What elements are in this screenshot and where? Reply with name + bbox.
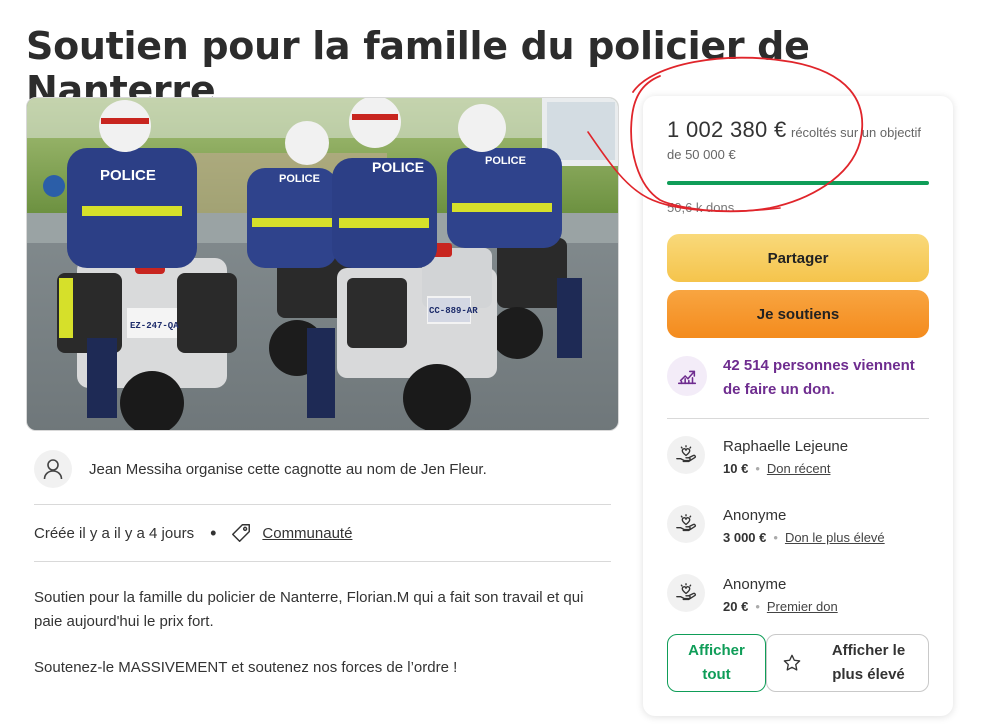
donor-name: Anonyme: [723, 576, 787, 593]
donor-name: Anonyme: [723, 507, 787, 524]
show-all-button[interactable]: Afficher tout: [667, 634, 766, 692]
donor-separator: •: [755, 461, 760, 476]
divider: [34, 561, 611, 562]
donor-item: Anonyme 20 € • Premier don: [667, 574, 929, 618]
trending-up-icon: [667, 356, 707, 396]
police-text: POLICE: [279, 173, 320, 185]
police-text: POLICE: [485, 155, 526, 167]
progress-fill: [667, 181, 929, 185]
donor-amount: 20 €: [723, 599, 749, 614]
donor-amount: 3 000 €: [723, 530, 767, 545]
meta-separator: •: [210, 522, 217, 543]
description-paragraph: Soutenez-le MASSIVEMENT et soutenez nos …: [34, 659, 458, 676]
donor-amount: 10 €: [723, 461, 749, 476]
share-button[interactable]: Partager: [667, 234, 929, 282]
trend-notice: 42 514 personnes viennent de faire un do…: [667, 354, 929, 402]
star-icon: [782, 653, 802, 673]
category-link[interactable]: Communauté: [262, 525, 352, 542]
donor-item: Anonyme 3 000 € • Don le plus élevé: [667, 505, 929, 549]
heart-hand-icon: [667, 505, 705, 543]
heart-hand-icon: [667, 574, 705, 612]
license-plate: CC-889-AR: [429, 306, 478, 316]
raised-amount: 1 002 380 €: [667, 117, 787, 142]
donation-card: 1 002 380 € récoltés sur un objectif de …: [643, 96, 953, 716]
divider: [667, 418, 929, 419]
progress-bar: [667, 181, 929, 185]
show-top-label: Afficher le plus élevé: [831, 642, 906, 683]
show-all-label: Afficher tout: [688, 642, 745, 683]
campaign-meta: Créée il y a il y a 4 jours • Communauté: [34, 518, 352, 548]
license-plate: EZ-247-QA: [130, 321, 179, 331]
donor-item: Raphaelle Lejeune 10 € • Don récent: [667, 436, 929, 480]
description-paragraph: Soutien pour la famille du policier de N…: [34, 589, 584, 630]
show-top-button[interactable]: Afficher le plus élevé: [766, 634, 929, 692]
donate-button[interactable]: Je soutiens: [667, 290, 929, 338]
tag-icon: [230, 522, 252, 544]
divider: [34, 504, 611, 505]
heart-hand-icon: [667, 436, 705, 474]
trend-text: 42 514 personnes viennent de faire un do…: [723, 357, 915, 398]
donor-label-link[interactable]: Don le plus élevé: [785, 530, 885, 545]
police-text: POLICE: [372, 159, 424, 175]
person-icon: [34, 450, 72, 488]
donor-label-link[interactable]: Don récent: [767, 461, 831, 476]
campaign-description: Soutien pour la famille du policier de N…: [34, 586, 611, 702]
donor-name: Raphaelle Lejeune: [723, 438, 849, 455]
donor-separator: •: [773, 530, 778, 545]
campaign-image: POLICE POLICE POLICE POLICE EZ-247-QA CC…: [26, 97, 619, 431]
donation-count: 50,6 k dons: [667, 200, 735, 215]
created-date: Créée il y a il y a 4 jours: [34, 524, 195, 542]
raised-summary: 1 002 380 € récoltés sur un objectif de …: [667, 119, 937, 166]
organizer-text: Jean Messiha organise cette cagnotte au …: [89, 460, 487, 478]
police-text: POLICE: [100, 167, 156, 184]
donor-label-link[interactable]: Premier don: [767, 599, 838, 614]
organizer-row: Jean Messiha organise cette cagnotte au …: [34, 449, 611, 489]
donor-separator: •: [755, 599, 760, 614]
